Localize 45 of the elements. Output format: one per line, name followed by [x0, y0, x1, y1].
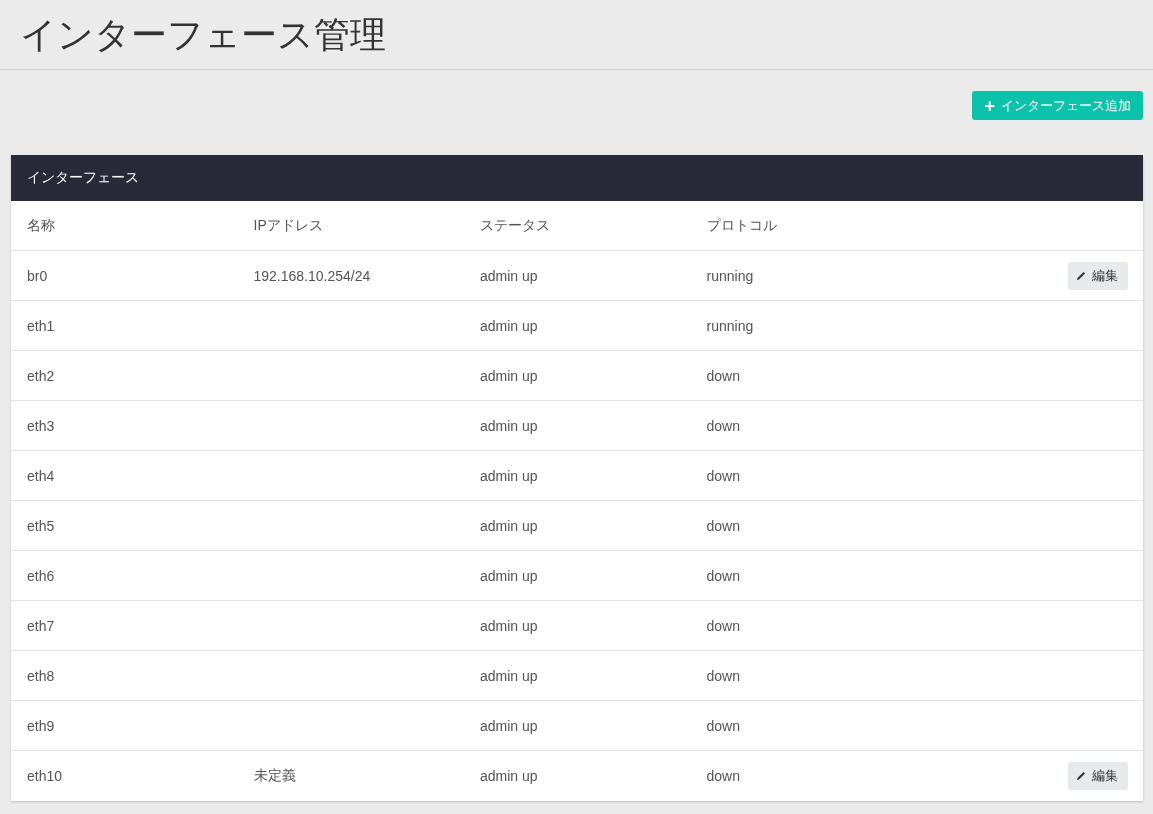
table-cell: eth9 [27, 717, 55, 734]
table-cell: admin up [480, 467, 538, 484]
table-cell: down [706, 517, 740, 534]
table-cell: down [706, 567, 740, 584]
pencil-icon [1076, 771, 1086, 781]
table-cell: eth7 [27, 617, 55, 634]
table-cell: 未定義 [253, 767, 296, 783]
table-cell: admin up [480, 717, 538, 734]
table-cell: eth8 [27, 667, 55, 684]
table-cell: down [706, 617, 740, 634]
page-title: インターフェース管理 [20, 16, 386, 53]
table-cell: admin up [480, 417, 538, 434]
table-cell: admin up [480, 617, 538, 634]
table-cell: admin up [480, 567, 538, 584]
table-cell: 192.168.10.254/24 [253, 267, 371, 284]
table-cell: admin up [480, 667, 538, 684]
table-cell: eth2 [27, 367, 55, 384]
table-cell: down [706, 717, 740, 734]
table-cell: running [706, 317, 754, 334]
table-cell: eth6 [27, 567, 55, 584]
table-cell: down [706, 667, 740, 684]
column-header: プロトコル [706, 216, 777, 233]
table-cell: down [706, 467, 740, 484]
column-header: 名称 [27, 216, 55, 233]
table-cell: eth1 [27, 317, 55, 334]
table-cell: running [706, 267, 754, 284]
table-cell: eth10 [27, 768, 63, 784]
column-header: IPアドレス [253, 216, 323, 233]
table-cell: eth4 [27, 467, 55, 484]
table-cell: admin up [480, 317, 538, 334]
table-cell: down [706, 417, 740, 434]
table-cell: eth5 [27, 517, 55, 534]
table-cell: down [706, 768, 740, 784]
table-cell: admin up [480, 367, 538, 384]
edit-button[interactable]: 編集 [1068, 762, 1128, 790]
panel-title: インターフェース [27, 169, 139, 187]
table-cell: admin up [480, 267, 538, 284]
table-cell: br0 [27, 267, 48, 284]
table-cell: admin up [480, 517, 538, 534]
pencil-icon [1076, 270, 1086, 281]
table-cell: eth3 [27, 417, 55, 434]
table-cell: down [706, 367, 740, 384]
table-cell: admin up [480, 768, 538, 784]
edit-button[interactable]: 編集 [1068, 261, 1128, 290]
column-header: ステータス [480, 216, 550, 233]
